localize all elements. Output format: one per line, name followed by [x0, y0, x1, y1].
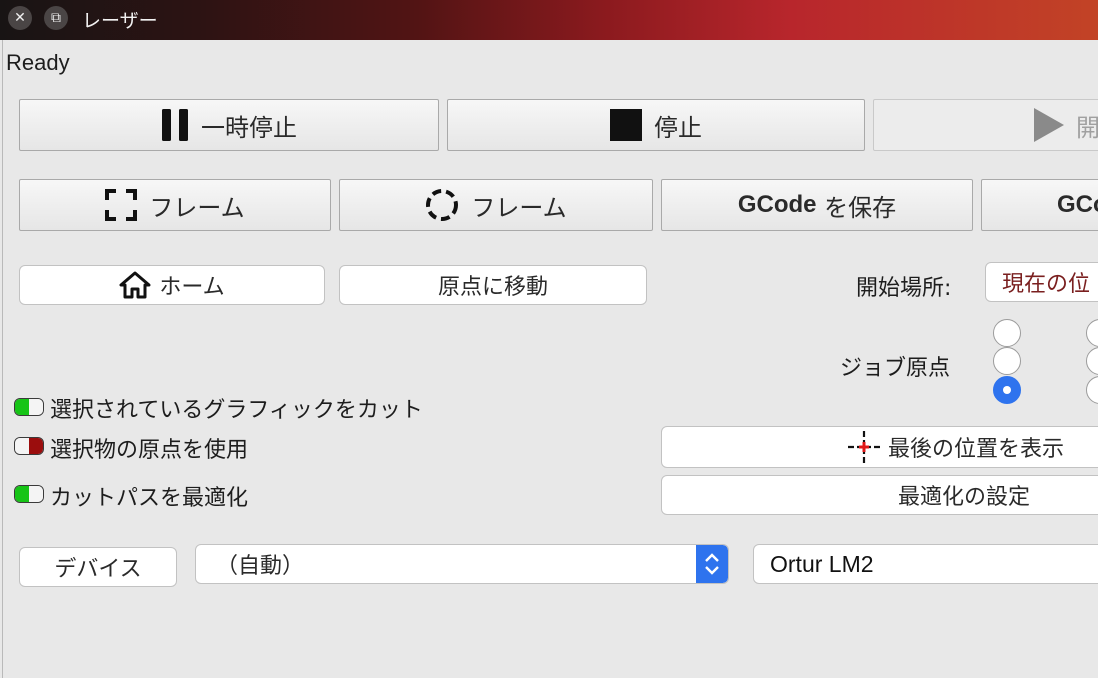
port-select[interactable]: （自動）	[195, 544, 729, 584]
show-last-position-label: 最後の位置を表示	[888, 437, 1065, 462]
close-icon[interactable]: ✕	[8, 6, 32, 30]
save-gcode-button[interactable]: GCode を保存	[661, 179, 973, 231]
frame-rect-button[interactable]: フレーム	[19, 179, 331, 231]
show-last-position-button[interactable]: 最後の位置を表示	[661, 426, 1098, 468]
cut-selected-toggle[interactable]	[14, 398, 44, 416]
pause-button[interactable]: 一時停止	[19, 99, 439, 151]
optimization-settings-label: 最適化の設定	[898, 485, 1031, 510]
home-icon	[119, 271, 151, 299]
port-value: （自動）	[216, 554, 305, 579]
restore-icon[interactable]: ⧉	[44, 6, 68, 30]
pause-label: 一時停止	[201, 113, 297, 142]
save-gcode-label: を保存	[816, 193, 897, 222]
optimization-settings-button[interactable]: 最適化の設定	[661, 475, 1098, 515]
home-label: ホーム	[159, 275, 225, 300]
home-button[interactable]: ホーム	[19, 265, 325, 305]
job-origin-radio-bottom-center[interactable]	[1086, 376, 1098, 404]
stop-label: 停止	[654, 113, 702, 142]
stop-icon	[610, 109, 642, 141]
device-name-value: Ortur LM2	[770, 550, 874, 577]
save-gcode-label-bold: GCode	[737, 191, 817, 218]
device-name-select[interactable]: Ortur LM2	[753, 544, 1098, 584]
use-selection-origin-toggle[interactable]	[14, 437, 44, 455]
job-origin-radio-middle-left[interactable]	[993, 347, 1021, 375]
title-bar: ✕ ⧉ レーザー	[0, 0, 1098, 40]
job-origin-radio-top-center[interactable]	[1086, 319, 1098, 347]
job-origin-radio-top-left[interactable]	[993, 319, 1021, 347]
devices-label: デバイス	[54, 557, 142, 582]
stop-button[interactable]: 停止	[447, 99, 865, 151]
use-selection-origin-label: 選択物の原点を使用	[50, 438, 249, 463]
play-icon	[1034, 108, 1064, 142]
frame-circle-icon	[426, 189, 459, 221]
optimize-cut-path-label: カットパスを最適化	[50, 486, 249, 511]
start-button[interactable]: 開	[873, 99, 1098, 151]
job-origin-radio-middle-center[interactable]	[1086, 347, 1098, 375]
send-gcode-button[interactable]: GCo	[981, 179, 1098, 231]
window-title: レーザー	[82, 10, 158, 32]
go-origin-button[interactable]: 原点に移動	[339, 265, 647, 305]
start-from-value: 現在の位	[1002, 272, 1091, 297]
cut-selected-label: 選択されているグラフィックをカット	[50, 398, 423, 423]
start-label: 開	[1076, 113, 1098, 142]
job-origin-label: ジョブ原点	[840, 356, 951, 381]
optimize-cut-path-toggle[interactable]	[14, 485, 44, 503]
status-text: Ready	[6, 50, 70, 75]
frame-circle-label: フレーム	[471, 193, 567, 222]
crosshair-icon	[848, 431, 880, 463]
devices-button[interactable]: デバイス	[19, 547, 177, 587]
select-arrows-icon	[696, 545, 728, 583]
go-origin-label: 原点に移動	[437, 275, 548, 300]
panel-border	[2, 40, 3, 678]
pause-icon	[162, 109, 188, 141]
job-origin-radio-bottom-left[interactable]	[993, 376, 1021, 404]
frame-rect-label: フレーム	[149, 193, 245, 222]
frame-circle-button[interactable]: フレーム	[339, 179, 653, 231]
start-from-label: 開始場所:	[856, 276, 952, 301]
frame-rectangle-icon	[105, 189, 138, 221]
start-from-select[interactable]: 現在の位	[985, 262, 1098, 302]
send-gcode-label: GCo	[1057, 191, 1098, 218]
